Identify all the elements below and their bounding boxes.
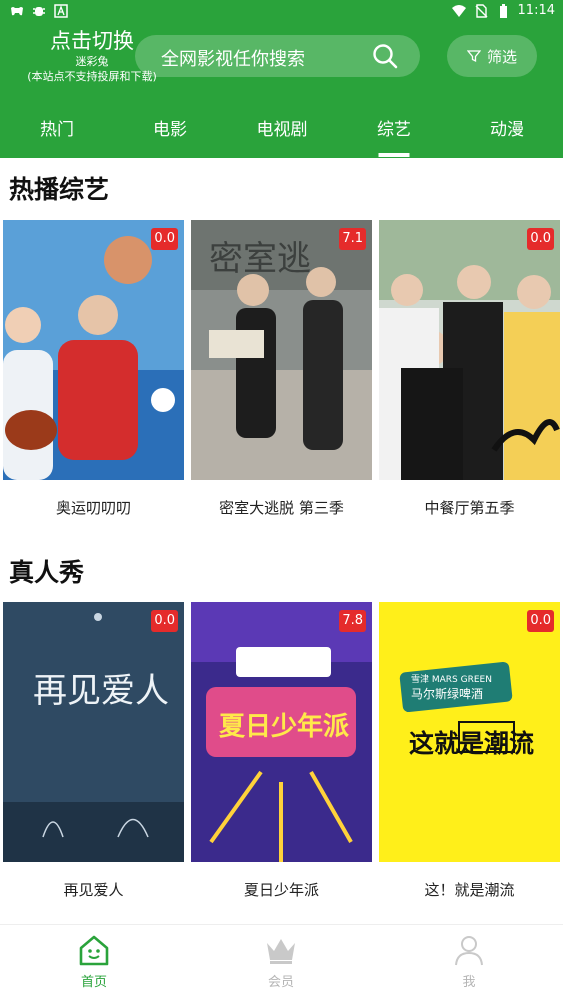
filter-icon bbox=[466, 50, 481, 63]
poster-image: 再见爱人 bbox=[3, 602, 184, 862]
poster-image: 雪津 MARS GREEN 马尔斯绿啤酒 这就是潮流 bbox=[379, 602, 560, 862]
search-placeholder: 全网影视任你搜索 bbox=[161, 49, 305, 70]
battery-icon bbox=[499, 3, 507, 18]
poster-card[interactable]: 密室逃 7.1 bbox=[191, 220, 372, 480]
gamepad-icon bbox=[11, 7, 23, 16]
category-tabs: 热门 电影 电视剧 综艺 动漫 bbox=[0, 105, 563, 158]
status-bar: 11:14 bbox=[0, 0, 563, 24]
poster-title[interactable]: 密室大逃脱 第三季 bbox=[191, 497, 372, 518]
bug-icon bbox=[33, 7, 45, 16]
rating-badge: 0.0 bbox=[527, 610, 554, 632]
poster-brand: 马尔斯绿啤酒 bbox=[411, 686, 483, 701]
poster-title[interactable]: 夏日少年派 bbox=[191, 879, 372, 900]
tab-tv-series[interactable]: 电视剧 bbox=[242, 115, 322, 140]
nav-profile-label: 我 bbox=[462, 975, 476, 990]
filter-button[interactable]: 筛选 bbox=[447, 35, 537, 77]
poster-card[interactable]: 0.0 bbox=[3, 220, 184, 480]
nav-profile[interactable]: 我 bbox=[424, 933, 514, 990]
bottom-navigation: 首页 会员 我 bbox=[0, 924, 563, 1002]
font-icon bbox=[54, 4, 68, 18]
poster-image: 密室逃 bbox=[191, 220, 372, 480]
nav-vip-label: 会员 bbox=[267, 975, 294, 990]
rating-badge: 0.0 bbox=[151, 610, 178, 632]
tab-movies[interactable]: 电影 bbox=[130, 115, 210, 140]
rating-badge: 0.0 bbox=[151, 228, 178, 250]
nav-home-label: 首页 bbox=[80, 975, 107, 990]
search-bar[interactable]: 全网影视任你搜索 bbox=[135, 35, 420, 77]
poster-logo-text: 夏日少年派 bbox=[219, 711, 349, 742]
rating-badge: 0.0 bbox=[527, 228, 554, 250]
poster-logo-text: 再见爱人 bbox=[33, 671, 169, 711]
user-icon bbox=[455, 936, 483, 966]
status-time: 11:14 bbox=[517, 3, 555, 18]
poster-title[interactable]: 奥运叨叨叨 bbox=[3, 497, 184, 518]
wifi-icon bbox=[451, 4, 466, 17]
filter-label: 筛选 bbox=[486, 47, 517, 66]
poster-card[interactable]: 再见爱人 0.0 bbox=[3, 602, 184, 862]
tab-anime[interactable]: 动漫 bbox=[467, 115, 547, 140]
home-icon bbox=[79, 935, 109, 966]
rating-badge: 7.1 bbox=[339, 228, 366, 250]
tab-variety[interactable]: 综艺 bbox=[354, 115, 434, 140]
poster-title[interactable]: 这！就是潮流 bbox=[379, 879, 560, 900]
poster-card[interactable]: 0.0 bbox=[379, 220, 560, 480]
section-title-hot-variety: 热播综艺 bbox=[9, 175, 110, 204]
poster-image bbox=[3, 220, 184, 480]
active-tab-indicator bbox=[378, 153, 410, 157]
rating-badge: 7.8 bbox=[339, 610, 366, 632]
poster-image: 夏日少年派 bbox=[191, 602, 372, 862]
nav-vip[interactable]: 会员 bbox=[236, 933, 326, 990]
poster-brand-top: 雪津 MARS GREEN bbox=[411, 674, 492, 685]
no-sim-icon bbox=[475, 3, 488, 18]
poster-logo-text: 这就是潮流 bbox=[409, 729, 534, 758]
crown-icon bbox=[267, 939, 295, 964]
app-header: 11:14 点击切换 迷彩兔 (本站点不支持投屏和下载) 全网影视任你搜索 筛选… bbox=[0, 0, 563, 158]
poster-image bbox=[379, 220, 560, 480]
poster-title[interactable]: 中餐厅第五季 bbox=[379, 497, 560, 518]
poster-card[interactable]: 雪津 MARS GREEN 马尔斯绿啤酒 这就是潮流 0.0 bbox=[379, 602, 560, 862]
search-icon[interactable] bbox=[372, 43, 398, 69]
poster-card[interactable]: 夏日少年派 7.8 bbox=[191, 602, 372, 862]
poster-logo-text: 密室逃 bbox=[209, 239, 311, 279]
poster-title[interactable]: 再见爱人 bbox=[3, 879, 184, 900]
tab-hot[interactable]: 热门 bbox=[17, 115, 97, 140]
nav-home[interactable]: 首页 bbox=[49, 933, 139, 990]
section-title-reality-show: 真人秀 bbox=[9, 558, 85, 587]
